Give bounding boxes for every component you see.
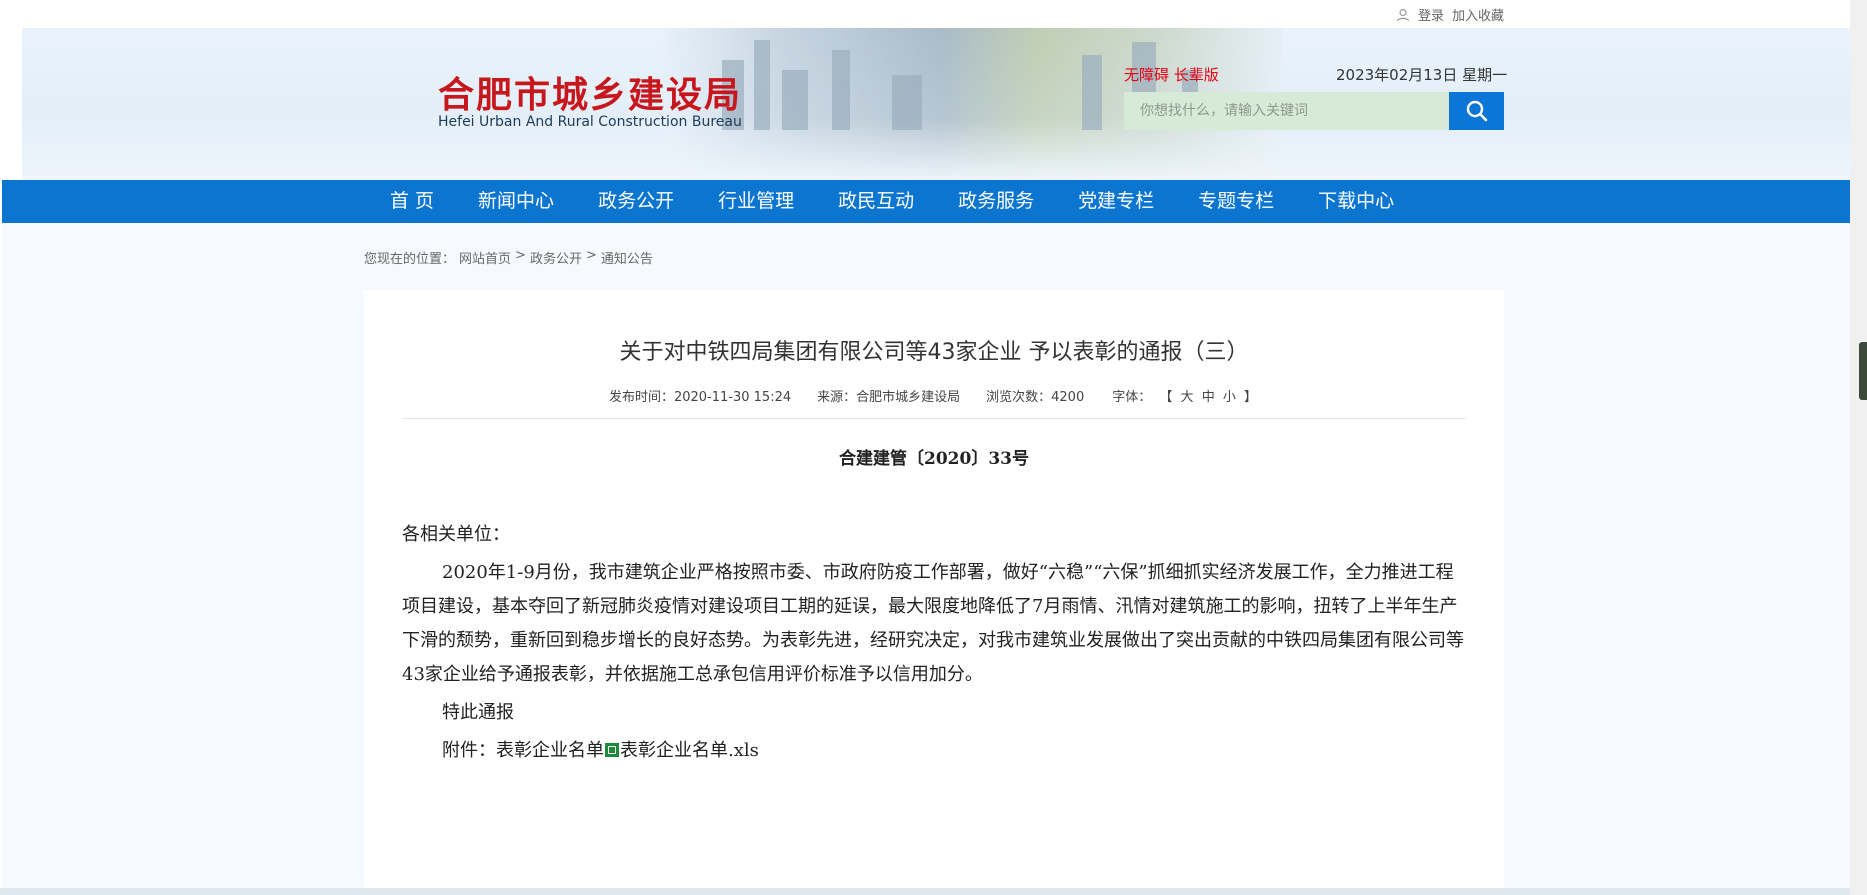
attachment-label: 附件：表彰企业名单 — [442, 740, 604, 761]
search-icon — [1466, 100, 1487, 122]
scrollbar-thumb[interactable] — [1859, 342, 1867, 400]
document-number: 合建建管〔2020〕33号 — [839, 449, 1029, 469]
title-divider — [402, 418, 1466, 419]
breadcrumb-separator: > — [515, 248, 526, 263]
font-medium-button[interactable]: 中 — [1200, 390, 1217, 405]
current-date: 2023年02月13日 星期一 — [1336, 66, 1508, 84]
bottom-strip — [0, 888, 1850, 895]
nav-items: 首 页 新闻中心 政务公开 行业管理 政民互动 政务服务 党建专栏 专题专栏 下… — [368, 180, 1416, 223]
breadcrumb: 您现在的位置： 网站首页 > 政务公开 > 通知公告 — [364, 248, 653, 267]
site-logo-title[interactable]: 合肥市城乡建设局 — [438, 66, 742, 118]
nav-item-interaction[interactable]: 政民互动 — [816, 180, 936, 223]
font-size-control: 字体： 【 大 中 小 】 — [1110, 386, 1259, 405]
article-body: 各相关单位： 2020年1-9月份，我市建筑企业严格按照市委、市政府防疫工作部署… — [402, 518, 1468, 768]
article-meta: 发布时间：2020-11-30 15:24 来源：合肥市城乡建设局 浏览次数：4… — [364, 386, 1504, 405]
attachment-line: 附件：表彰企业名单 表彰企业名单.xls — [402, 734, 1468, 768]
user-icon — [1396, 8, 1410, 21]
nav-item-news[interactable]: 新闻中心 — [456, 180, 576, 223]
excel-file-icon — [605, 743, 619, 757]
article-panel: 关于对中铁四局集团有限公司等43家企业 予以表彰的通报（三） 发布时间：2020… — [364, 290, 1504, 895]
article-title: 关于对中铁四局集团有限公司等43家企业 予以表彰的通报（三） — [619, 340, 1249, 365]
nav-item-party[interactable]: 党建专栏 — [1056, 180, 1176, 223]
publish-time: 发布时间：2020-11-30 15:24 — [608, 390, 792, 405]
breadcrumb-separator: > — [585, 248, 597, 263]
search-button[interactable] — [1449, 92, 1504, 130]
font-bracket-close: 】 — [1244, 390, 1258, 405]
accessibility-link[interactable]: 无障碍 长辈版 — [1124, 64, 1219, 85]
header-banner: 合肥市城乡建设局 Hefei Urban And Rural Construct… — [22, 28, 1850, 180]
nav-item-home[interactable]: 首 页 — [368, 180, 456, 223]
top-links: 登录 加入收藏 — [1396, 5, 1504, 24]
body-paragraph: 2020年1-9月份，我市建筑企业严格按照市委、市政府防疫工作部署，做好“六稳”… — [402, 562, 1464, 685]
font-small-button[interactable]: 小 — [1221, 390, 1238, 405]
breadcrumb-notices[interactable]: 通知公告 — [601, 248, 653, 267]
main-nav: 首 页 新闻中心 政务公开 行业管理 政民互动 政务服务 党建专栏 专题专栏 下… — [2, 180, 1850, 223]
font-bracket-open: 【 — [1159, 390, 1173, 405]
nav-item-gov-affairs[interactable]: 政务公开 — [576, 180, 696, 223]
nav-item-services[interactable]: 政务服务 — [936, 180, 1056, 223]
attachment-link[interactable]: 表彰企业名单.xls — [620, 740, 759, 761]
search-input[interactable] — [1124, 92, 1449, 130]
nav-item-topics[interactable]: 专题专栏 — [1176, 180, 1296, 223]
font-large-button[interactable]: 大 — [1179, 390, 1196, 405]
article-source: 来源：合肥市城乡建设局 — [817, 390, 961, 405]
breadcrumb-prefix: 您现在的位置： — [364, 252, 456, 267]
search-box — [1124, 92, 1527, 130]
top-bar: 登录 加入收藏 — [0, 0, 1850, 28]
nav-item-industry[interactable]: 行业管理 — [696, 180, 816, 223]
page-scrollbar[interactable] — [1850, 0, 1867, 895]
salutation: 各相关单位： — [402, 524, 510, 545]
login-link[interactable]: 登录 — [1418, 5, 1444, 24]
breadcrumb-gov-affairs[interactable]: 政务公开 — [530, 248, 582, 267]
breadcrumb-home[interactable]: 网站首页 — [459, 248, 511, 267]
closing-text: 特此通报 — [442, 702, 514, 723]
site-logo-subtitle: Hefei Urban And Rural Construction Burea… — [438, 114, 742, 130]
nav-item-downloads[interactable]: 下载中心 — [1296, 180, 1416, 223]
view-count: 浏览次数：4200 — [986, 390, 1085, 405]
font-size-label: 字体： — [1112, 390, 1152, 405]
add-favorite-link[interactable]: 加入收藏 — [1452, 5, 1504, 24]
